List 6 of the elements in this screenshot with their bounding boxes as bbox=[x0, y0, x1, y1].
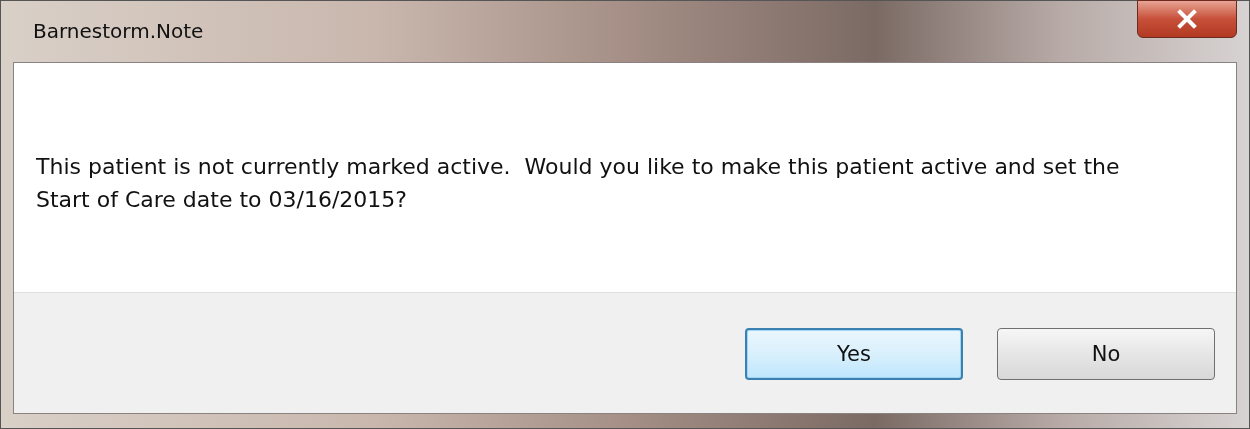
message-text: This patient is not currently marked active. Would you like to make this patient active and set the Start of Care date to 03/16/2015? bbox=[36, 152, 1121, 214]
close-icon bbox=[1176, 9, 1198, 29]
dialog-button[interactable]: Yes bbox=[745, 328, 963, 380]
window-title: Barnestorm.Note bbox=[32, 18, 204, 43]
close-button[interactable] bbox=[1137, 0, 1237, 38]
dialog-button[interactable]: No bbox=[997, 328, 1215, 380]
